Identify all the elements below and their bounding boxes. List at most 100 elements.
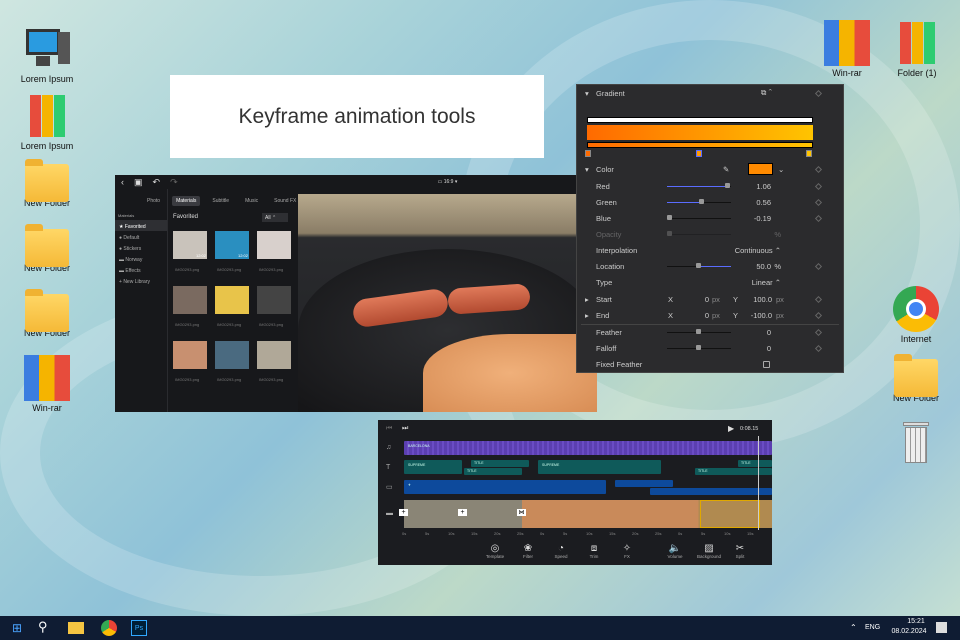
interpolation-select[interactable]: Continuous ⌃ — [735, 246, 781, 255]
keyframe-icon[interactable] — [814, 165, 823, 173]
title-clip[interactable]: SUPREME — [538, 460, 661, 474]
skip-start-icon[interactable]: ⏮ — [386, 425, 392, 433]
desktop-icon-folder[interactable]: New Folder — [884, 353, 948, 403]
tool-speed[interactable]: ◔ Speed — [546, 543, 576, 559]
expand-icon[interactable]: ▸ — [585, 311, 589, 320]
desktop-icon-winrar[interactable]: Win-rar — [15, 355, 79, 413]
gradient-preset-icon[interactable]: ⧉ ⌃ — [761, 88, 772, 98]
windows-start-icon[interactable]: ⊞ — [12, 621, 22, 635]
title-clip[interactable]: TITLE — [471, 460, 529, 467]
media-thumbnail[interactable]: 12:02 — [215, 231, 249, 259]
desktop-icon-binders[interactable]: Lorem Ipsum — [15, 93, 79, 151]
location-value[interactable]: 50.0 — [756, 262, 771, 271]
falloff-value[interactable]: 0 — [767, 344, 771, 353]
sidebar-item-effects[interactable]: ▬ Effects — [115, 264, 167, 275]
chrome-icon[interactable] — [101, 620, 117, 636]
tool-filter[interactable]: ❀ Filter — [513, 543, 543, 559]
desktop-icon-internet[interactable]: Internet — [884, 286, 948, 344]
sidebar-item-favorited[interactable]: ★ Favorited — [115, 220, 167, 231]
clock-time[interactable]: 15:21 — [895, 618, 937, 625]
file-explorer-icon[interactable] — [68, 622, 84, 634]
color-stop[interactable] — [585, 150, 591, 157]
title-clip[interactable]: SUPREME — [404, 460, 462, 474]
desktop-icon-folder[interactable]: New Folder — [15, 223, 79, 273]
color-swatch[interactable] — [748, 163, 773, 175]
desktop-icon-recycle-bin[interactable] — [884, 420, 948, 468]
tool-split[interactable]: ✂ Split — [725, 543, 755, 559]
language-indicator[interactable]: ENG — [865, 624, 880, 631]
sticker-clip[interactable] — [615, 480, 673, 487]
sticker-clip[interactable] — [650, 488, 772, 495]
keyframe-icon[interactable] — [814, 89, 823, 97]
filter-select[interactable]: All ⌃ — [262, 213, 288, 222]
end-y[interactable]: -100.0 — [740, 311, 772, 320]
feather-slider[interactable] — [667, 328, 731, 334]
desktop-icon-winrar[interactable]: Win-rar — [815, 20, 879, 78]
tab-subtitle[interactable]: Subtitle — [208, 196, 233, 206]
tool-background[interactable]: ▨ Background — [694, 543, 724, 559]
add-transition-button[interactable]: + — [458, 509, 467, 516]
play-icon[interactable]: ▶ — [728, 424, 734, 433]
keyframe-icon[interactable] — [814, 295, 823, 303]
add-transition-button[interactable]: + — [399, 509, 408, 516]
search-icon[interactable]: ⚲ — [38, 619, 48, 635]
aspect-ratio-selector[interactable]: ▭ 16:9 ▾ — [438, 179, 458, 185]
tab-sound-fx[interactable]: Sound FX — [270, 196, 300, 206]
back-icon[interactable]: ‹ — [121, 177, 124, 187]
notifications-icon[interactable] — [936, 622, 947, 633]
clock-date[interactable]: 08.02.2024 — [888, 628, 930, 635]
feather-value[interactable]: 0 — [767, 328, 771, 337]
sidebar-item-norway[interactable]: ▬ Norway — [115, 253, 167, 264]
location-slider[interactable] — [667, 262, 731, 268]
keyframe-icon[interactable] — [814, 182, 823, 190]
start-x[interactable]: 0 — [699, 295, 709, 304]
tab-materials[interactable]: Materials — [172, 196, 201, 206]
keyframe-icon[interactable] — [814, 328, 823, 336]
end-x[interactable]: 0 — [699, 311, 709, 320]
collapse-icon[interactable]: ▾ — [585, 89, 589, 98]
skip-icon[interactable]: ⏭ — [402, 425, 408, 433]
channel-value[interactable]: 1.06 — [756, 182, 771, 191]
media-thumbnail[interactable] — [257, 341, 291, 369]
sidebar-item-new-library[interactable]: + New Library — [115, 275, 167, 286]
desktop-icon-folder[interactable]: New Folder — [15, 288, 79, 338]
color-stop[interactable] — [806, 150, 812, 157]
selected-clip[interactable] — [700, 500, 760, 528]
channel-slider[interactable] — [667, 182, 731, 188]
start-y[interactable]: 100.0 — [745, 295, 772, 304]
keyframe-icon[interactable] — [814, 344, 823, 352]
channel-slider[interactable] — [667, 230, 731, 236]
tool-trim[interactable]: ⧈ Trim — [579, 543, 609, 559]
media-thumbnail[interactable] — [257, 286, 291, 314]
channel-slider[interactable] — [667, 198, 731, 204]
sticker-clip[interactable]: ✈ — [404, 480, 606, 494]
expand-icon[interactable]: ▸ — [585, 295, 589, 304]
channel-value[interactable]: 0.56 — [756, 198, 771, 207]
fixed-feather-checkbox[interactable] — [763, 360, 770, 368]
undo-icon[interactable]: ↶ — [153, 177, 161, 188]
falloff-slider[interactable] — [667, 344, 731, 350]
chevron-down-icon[interactable]: ⌄ — [778, 165, 784, 174]
photoshop-icon[interactable]: Ps — [131, 620, 147, 636]
eyedropper-icon[interactable]: ✎ — [723, 165, 729, 174]
transition-icon[interactable]: ⋈ — [517, 509, 526, 516]
collapse-icon[interactable]: ▾ — [585, 165, 589, 174]
desktop-icon-binders[interactable]: Folder (1) — [885, 20, 949, 78]
media-thumbnail[interactable] — [257, 231, 291, 259]
tray-chevron-icon[interactable]: ⌃ — [850, 623, 857, 632]
sidebar-item-default[interactable]: ● Default — [115, 231, 167, 242]
tool-volume[interactable]: 🔈 Volume — [660, 543, 690, 559]
media-thumbnail[interactable] — [173, 286, 207, 314]
tool-fx[interactable]: ✧ FX — [612, 543, 642, 559]
tab-music[interactable]: Music — [241, 196, 262, 206]
media-thumbnail[interactable]: 12:02 — [173, 231, 207, 259]
playhead[interactable] — [758, 436, 759, 530]
tab-photo[interactable]: Photo — [143, 196, 164, 206]
media-thumbnail[interactable] — [173, 341, 207, 369]
desktop-icon-computer[interactable]: Lorem Ipsum — [15, 26, 79, 84]
type-select[interactable]: Linear ⌃ — [752, 278, 781, 287]
keyframe-icon[interactable] — [814, 311, 823, 319]
redo-icon[interactable]: ↷ — [170, 177, 178, 188]
tool-template[interactable]: ◎ Template — [480, 543, 510, 559]
color-stops-bar[interactable] — [587, 142, 813, 148]
